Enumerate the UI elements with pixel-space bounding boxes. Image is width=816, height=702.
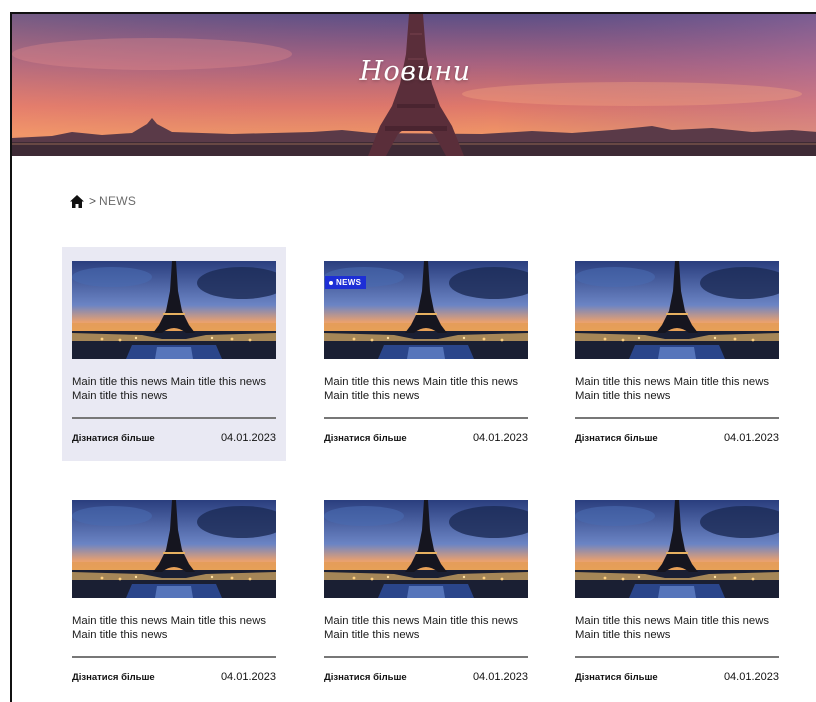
news-date: 04.01.2023 (472, 432, 528, 444)
news-card[interactable]: Main title this news Main title this new… (314, 486, 538, 700)
home-icon[interactable] (70, 194, 84, 208)
page-frame: Новини > NEWS Main title this news Main … (10, 12, 816, 702)
news-thumbnail-image (72, 261, 276, 359)
card-divider (324, 656, 528, 658)
read-more-link[interactable]: Дізнатися більше (575, 672, 658, 683)
card-divider (575, 656, 779, 658)
news-date: 04.01.2023 (472, 671, 528, 683)
read-more-link[interactable]: Дізнатися більше (324, 672, 407, 683)
badge-dot-icon (329, 280, 333, 285)
page-title: Новини (359, 56, 471, 87)
breadcrumb-separator: > (89, 194, 97, 208)
news-title[interactable]: Main title this news Main title this new… (324, 614, 528, 642)
news-title[interactable]: Main title this news Main title this new… (575, 614, 779, 642)
read-more-link[interactable]: Дізнатися більше (72, 433, 155, 444)
breadcrumb: > NEWS (70, 194, 136, 208)
news-card[interactable]: Main title this news Main title this new… (565, 247, 789, 461)
card-footer: Дізнатися більше 04.01.2023 (72, 671, 276, 683)
card-divider (575, 417, 779, 419)
news-date: 04.01.2023 (723, 432, 779, 444)
news-title[interactable]: Main title this news Main title this new… (72, 614, 276, 642)
news-thumbnail[interactable] (72, 500, 276, 598)
news-card[interactable]: NEWS Main title this news Main title this… (314, 247, 538, 461)
breadcrumb-current: NEWS (99, 194, 137, 208)
card-divider (324, 417, 528, 419)
hero-banner: Новини (12, 14, 816, 156)
news-card[interactable]: Main title this news Main title this new… (62, 247, 286, 461)
news-date: 04.01.2023 (723, 671, 779, 683)
card-footer: Дізнатися більше 04.01.2023 (72, 432, 276, 444)
news-thumbnail-image (575, 500, 779, 598)
news-thumbnail[interactable] (324, 500, 528, 598)
news-title[interactable]: Main title this news Main title this new… (72, 375, 276, 403)
news-thumbnail-image (72, 500, 276, 598)
news-thumbnail[interactable] (575, 261, 779, 359)
card-footer: Дізнатися більше 04.01.2023 (324, 671, 528, 683)
card-footer: Дізнатися більше 04.01.2023 (575, 671, 779, 683)
news-title[interactable]: Main title this news Main title this new… (575, 375, 779, 403)
card-divider (72, 417, 276, 419)
news-date: 04.01.2023 (220, 432, 276, 444)
news-thumbnail[interactable]: NEWS (324, 261, 528, 359)
news-thumbnail-image (324, 500, 528, 598)
read-more-link[interactable]: Дізнатися більше (324, 433, 407, 444)
news-thumbnail[interactable] (72, 261, 276, 359)
news-card[interactable]: Main title this news Main title this new… (565, 486, 789, 700)
card-divider (72, 656, 276, 658)
badge-label: NEWS (336, 278, 362, 287)
news-title[interactable]: Main title this news Main title this new… (324, 375, 528, 403)
card-footer: Дізнатися більше 04.01.2023 (575, 432, 779, 444)
read-more-link[interactable]: Дізнатися більше (72, 672, 155, 683)
card-footer: Дізнатися більше 04.01.2023 (324, 432, 528, 444)
news-card[interactable]: Main title this news Main title this new… (62, 486, 286, 700)
news-thumbnail-image (575, 261, 779, 359)
news-badge: NEWS (325, 276, 367, 289)
news-thumbnail[interactable] (575, 500, 779, 598)
news-date: 04.01.2023 (220, 671, 276, 683)
read-more-link[interactable]: Дізнатися більше (575, 433, 658, 444)
